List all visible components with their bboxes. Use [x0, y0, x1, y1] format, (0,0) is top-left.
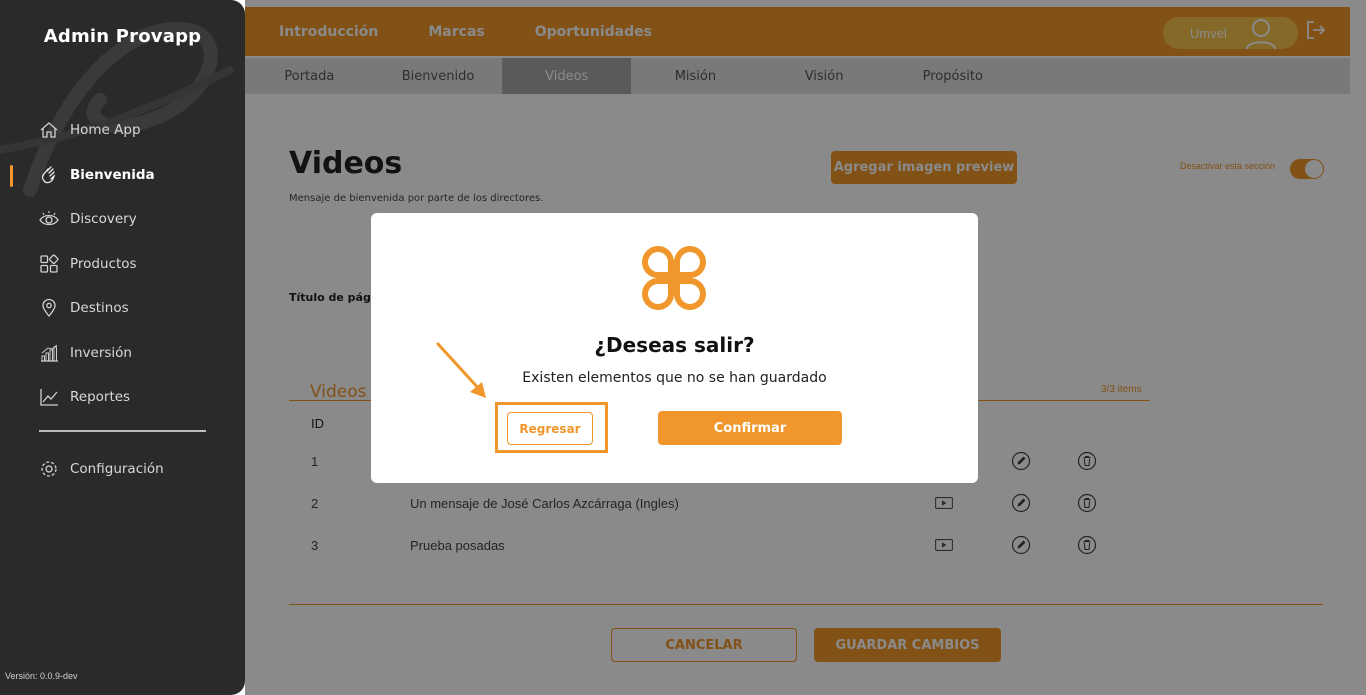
sidebar-item-label: Bienvenida — [70, 166, 155, 183]
clover-logo-icon — [641, 245, 707, 316]
grid-icon — [38, 253, 60, 275]
annotation-arrow-icon — [430, 338, 500, 413]
sidebar-item-configuracion[interactable]: Configuración — [0, 447, 245, 492]
bar-chart-icon — [38, 342, 60, 364]
sidebar-item-label: Discovery — [70, 211, 137, 228]
sidebar-item-discovery[interactable]: Discovery — [0, 197, 245, 242]
home-icon — [38, 119, 60, 141]
sidebar-item-home-app[interactable]: Home App — [0, 108, 245, 153]
sidebar-divider — [39, 430, 206, 432]
waving-hand-icon — [38, 164, 60, 186]
line-chart-icon — [38, 386, 60, 408]
sidebar-item-label: Reportes — [70, 389, 131, 406]
sidebar-nav: Home App Bienvenida Discovery Productos … — [0, 108, 245, 420]
sidebar-item-label: Destinos — [70, 300, 129, 317]
confirm-button[interactable]: Confirmar — [658, 411, 842, 445]
sidebar-item-label: Productos — [70, 255, 137, 272]
sidebar-item-label: Configuración — [70, 461, 164, 478]
sidebar-item-destinos[interactable]: Destinos — [0, 286, 245, 331]
back-button[interactable]: Regresar — [507, 412, 593, 445]
app-version: Versión: 0.0.9-dev — [5, 671, 78, 681]
brand-title: Admin Provapp — [43, 26, 202, 47]
sidebar-item-bienvenida[interactable]: Bienvenida — [0, 153, 245, 198]
gear-icon — [38, 458, 60, 480]
sidebar-item-inversion[interactable]: Inversión — [0, 331, 245, 376]
sidebar-item-productos[interactable]: Productos — [0, 242, 245, 287]
sidebar-item-reportes[interactable]: Reportes — [0, 375, 245, 420]
sidebar-item-label: Home App — [70, 122, 141, 139]
map-pin-icon — [38, 297, 60, 319]
eye-icon — [38, 208, 60, 230]
sidebar-item-label: Inversión — [70, 344, 132, 361]
sidebar: Admin Provapp Home App Bienvenida Discov… — [0, 0, 245, 695]
